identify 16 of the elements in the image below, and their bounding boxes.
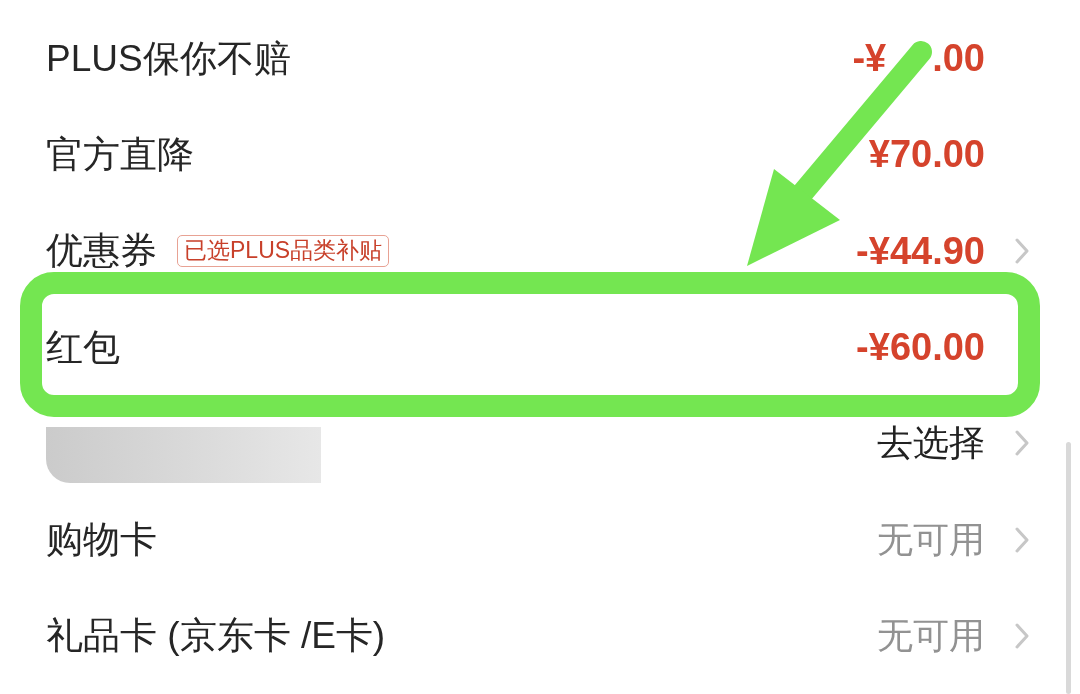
- discount-amount: -¥60.00: [856, 328, 985, 367]
- item-label: 优惠券: [46, 232, 157, 270]
- selected-tag: 已选PLUS品类补贴: [177, 234, 390, 267]
- item-label: 红包: [46, 328, 120, 366]
- scrollbar[interactable]: [1066, 442, 1071, 694]
- discount-amount: ¥70.00: [868, 135, 985, 174]
- item-label: PLUS保你不赔: [46, 39, 291, 77]
- discount-amount: -¥44.90: [856, 231, 985, 270]
- select-action[interactable]: 去选择: [877, 425, 985, 462]
- item-label: 礼品卡 (京东卡 /E卡): [46, 617, 386, 655]
- status-text: 无可用: [877, 521, 985, 558]
- item-label: 购物卡: [46, 521, 157, 559]
- status-text: 无可用: [877, 617, 985, 654]
- discount-amount: -¥: [852, 39, 887, 78]
- discount-amount: .00: [932, 39, 985, 78]
- item-label: 官方直降: [46, 135, 194, 173]
